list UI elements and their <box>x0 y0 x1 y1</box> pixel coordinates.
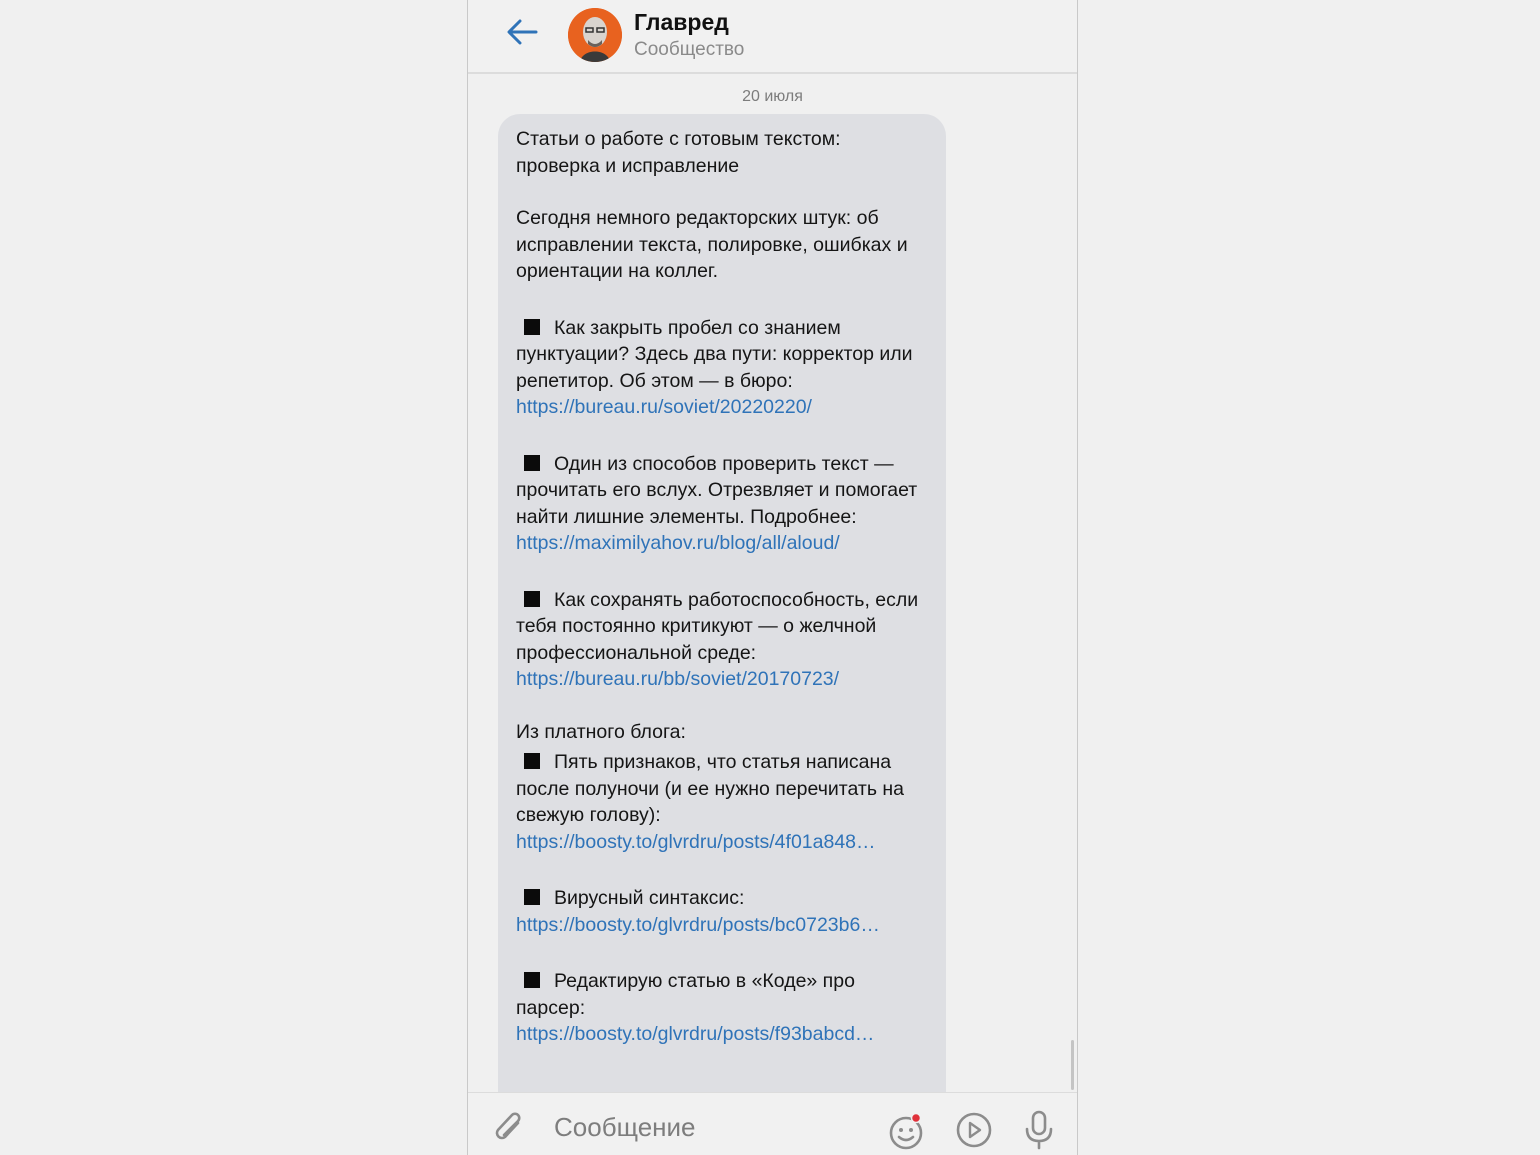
article-link[interactable]: https://boosty.to/glvrdru/posts/f93babcd… <box>516 1023 874 1045</box>
list-item: Как закрыть пробел со знанием пунктуации… <box>516 316 913 392</box>
list-item: Вирусный синтаксис: <box>516 885 928 912</box>
message-intro: Сегодня немного редакторских штук: об ис… <box>516 207 908 282</box>
microphone-icon <box>1025 1110 1053 1150</box>
voice-message-button[interactable] <box>1022 1109 1056 1151</box>
article-link[interactable]: https://bureau.ru/bb/soviet/20170723/ <box>516 668 839 690</box>
article-link[interactable]: https://boosty.to/glvrdru/posts/4f01a848… <box>516 831 876 853</box>
avatar[interactable] <box>568 8 622 62</box>
article-link[interactable]: https://bureau.ru/soviet/20220220/ <box>516 396 812 418</box>
black-square-icon <box>524 753 540 769</box>
smile-icon <box>889 1112 923 1150</box>
black-square-icon <box>524 590 540 607</box>
list-item: Один из способов проверить текст — прочи… <box>516 452 918 528</box>
message-title-line-2: проверка и исправление <box>516 154 740 177</box>
back-arrow-icon <box>507 19 538 45</box>
article-link[interactable]: https://maximilyahov.ru/blog/all/aloud/ <box>516 532 840 554</box>
chat-header: Главред Сообщество <box>468 0 1077 74</box>
black-square-icon <box>524 454 540 471</box>
article-link[interactable]: https://boosty.to/glvrdru/posts/bc0723b6… <box>516 914 880 936</box>
message-composer <box>468 1092 1077 1155</box>
scrollbar[interactable] <box>1071 1040 1074 1090</box>
paperclip-icon <box>495 1112 521 1140</box>
black-square-icon <box>524 889 540 905</box>
message-input[interactable] <box>552 1111 856 1143</box>
list-item: Редактирую статью в «Коде» про парсер: <box>516 970 855 1019</box>
date-separator: 20 июля <box>742 88 803 105</box>
list-item: Пять признаков, что статья написана посл… <box>516 751 905 826</box>
chat-subtitle: Сообщество <box>634 39 745 60</box>
back-button[interactable] <box>504 14 540 50</box>
paid-blog-heading: Из платного блога: <box>516 720 686 743</box>
play-circle-icon <box>956 1112 992 1148</box>
attach-button[interactable] <box>492 1109 526 1147</box>
avatar-portrait-icon <box>568 8 622 62</box>
list-item: Как сохранять работоспособность, если те… <box>516 588 919 664</box>
black-square-icon <box>524 972 540 988</box>
chat-screen: Главред Сообщество 20 июля Статьи о рабо… <box>467 0 1078 1155</box>
chat-title[interactable]: Главред <box>634 9 729 36</box>
message-bubble: Статьи о работе с готовым текстом: прове… <box>498 114 946 1114</box>
video-message-button[interactable] <box>954 1111 994 1151</box>
black-square-icon <box>524 318 540 335</box>
message-title-line-1: Статьи о работе с готовым текстом: <box>516 128 841 150</box>
emoji-button[interactable] <box>888 1111 928 1151</box>
